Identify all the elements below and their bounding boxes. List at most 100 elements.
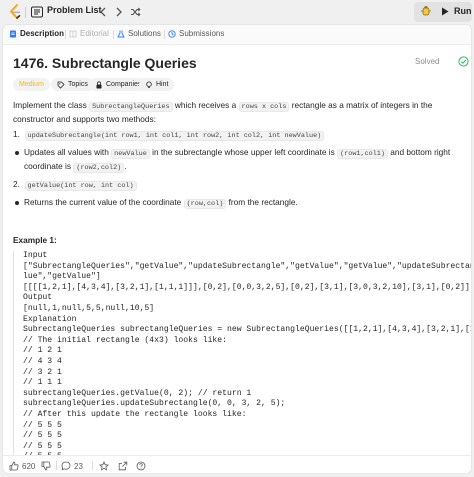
help-button[interactable] [136,461,146,471]
tag-icon [57,81,65,89]
desc-text: in the subrectangle whose upper left coo… [149,147,338,157]
difficulty-badge[interactable]: Medium [13,78,50,91]
tab-divider [65,30,66,39]
example-line: // 3 2 1 [23,367,62,377]
example-line: // 1 1 1 [23,378,62,388]
example-line: // After this update the rectangle looks… [23,409,247,419]
thumbs-up-icon [9,461,19,471]
dims-code: rows x cols [238,102,290,112]
method-number: 1. [13,129,20,139]
play-icon[interactable] [441,7,449,16]
tab-description-label: Description [20,29,65,38]
flask-icon [117,30,125,37]
share-button[interactable] [118,461,128,471]
example-line: SubrectangleQueries subrectangleQueries … [23,325,472,335]
tab-editorial[interactable]: Editorial [69,29,109,38]
document-icon [10,30,16,37]
example-line: // 5 5 5 [23,431,62,441]
favorite-button[interactable] [99,461,109,471]
example-line: // 1 2 1 [23,346,62,356]
topbar-divider [25,7,26,18]
example-line: Output [23,293,53,303]
comment-icon [61,461,71,471]
tab-description[interactable]: Description [9,29,64,38]
example-line: [null,1,null,5,5,null,10,5] [23,303,155,313]
history-icon [168,29,176,38]
leetcode-logo-icon[interactable] [8,4,22,20]
topics-label: Topics [68,81,88,88]
companies-label: Companies [106,81,142,88]
dislike-button[interactable] [41,461,51,471]
example-line: [[[[1,2,1],[4,3,4],[3,2,1],[1,1,1]]],[0,… [23,282,470,292]
hint-label: Hint [156,81,169,88]
description-panel: Description Editorial Solutions Submissi… [2,24,472,474]
method-1-code: updateSubrectangle(int row1, int col1, i… [24,131,325,141]
method-number: 2. [13,179,20,189]
top-bar: Problem List Run [0,0,474,24]
row2col2-code: (row2,col2) [73,163,125,173]
example-line: ["SubrectangleQueries","getValue","updat… [23,261,471,271]
example-line: lue","getValue"] [23,272,101,282]
example-line: Explanation [23,314,77,324]
example-line: // 4 3 4 [23,356,62,366]
random-problem-button[interactable] [127,4,143,20]
topics-tag[interactable]: Topics [51,78,94,91]
tab-solutions-label: Solutions [128,29,161,38]
bullet [15,151,19,155]
question-circle-icon [136,461,146,471]
thumbs-down-icon [41,461,51,471]
shuffle-icon [130,7,141,17]
example-line: subrectangleQueries.getValue(0, 2); // r… [23,388,252,398]
example-line: // The initial rectangle (4x3) looks lik… [23,335,227,345]
tab-divider [113,30,114,39]
desc-text: Updates all values with [24,147,112,157]
comment-count: 23 [74,461,83,471]
problem-list-link[interactable]: Problem List [47,5,102,15]
rowcol-code: (row,col) [183,199,227,209]
tab-submissions[interactable]: Submissions [168,29,224,38]
example-line: // 5 5 5 [23,441,62,451]
tab-editorial-label: Editorial [80,29,109,38]
example-block: Input ["SubrectangleQueries","getValue",… [13,251,472,461]
next-problem-button[interactable] [111,4,127,20]
example-line: Input [23,251,48,260]
share-icon [118,461,128,471]
lock-icon [96,80,102,88]
bullet [15,201,19,205]
panel-tabs: Description Editorial Solutions Submissi… [3,25,471,45]
example-line: // 5 5 5 [23,420,62,430]
chevron-left-icon [100,7,106,17]
method-2-signature: 2. getValue(int row, int col) [13,178,469,192]
chevron-right-icon [116,7,122,17]
method-2-code: getValue(int row, int col) [24,181,137,191]
bottom-action-bar: 620 23 [3,455,471,473]
run-button[interactable]: Run [454,6,472,16]
bottom-divider [92,461,93,470]
method-1-description: Updates all values with newValue in the … [24,146,464,174]
comments-button[interactable]: 23 [61,461,83,471]
difficulty-label: Medium [19,81,44,88]
desc-text: . [124,161,127,171]
newvalue-code: newValue [111,149,150,159]
star-icon [99,461,109,471]
hint-tag[interactable]: Hint [139,78,175,91]
problem-title[interactable]: 1476. Subrectangle Queries [13,55,197,71]
example-title: Example 1: [13,235,57,245]
book-icon [69,30,77,37]
solved-status: Solved [415,57,440,66]
lightbulb-icon [146,81,152,88]
tab-divider [164,30,165,39]
method-1-signature: 1. updateSubrectangle(int row1, int col1… [13,128,469,142]
problem-list-icon[interactable] [31,6,43,18]
intro-text: which receives a [172,100,239,110]
debug-bug-icon[interactable] [420,5,432,17]
tab-solutions[interactable]: Solutions [117,29,161,38]
intro-text: Implement the class [13,100,90,110]
desc-text: Returns the current value of the coordin… [24,197,184,207]
problem-intro: Implement the class SubrectangleQueries … [13,99,469,125]
class-name-code: SubrectangleQueries [89,102,173,112]
check-circle-icon [458,56,469,67]
bottom-divider [56,461,57,470]
like-button[interactable]: 620 [9,461,35,471]
prev-problem-button[interactable] [95,4,111,20]
